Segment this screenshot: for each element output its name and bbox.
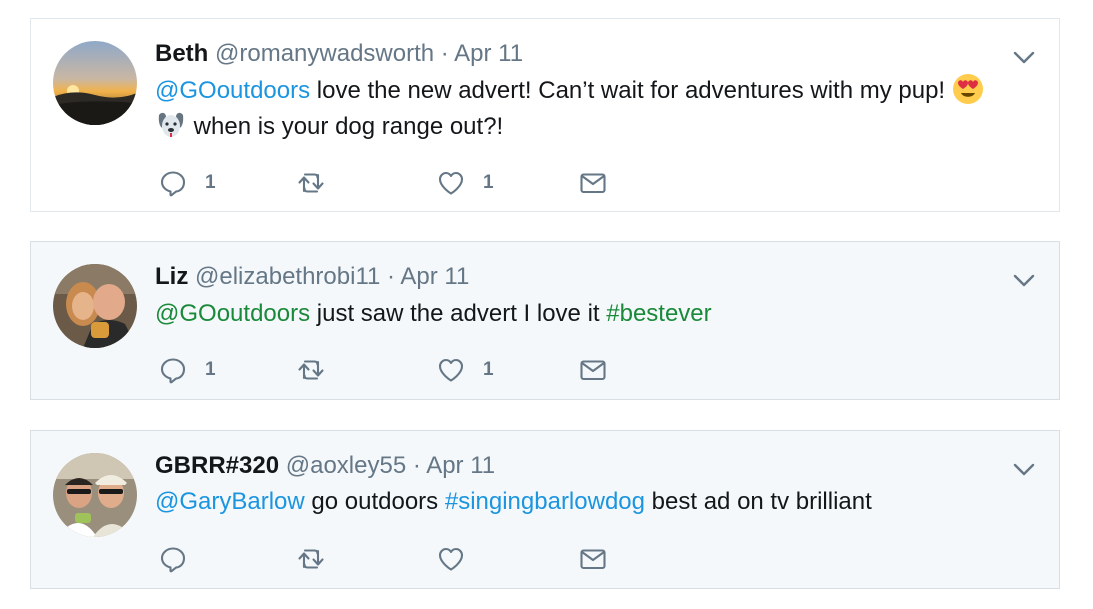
reply-count: 1: [205, 172, 216, 193]
username[interactable]: @romanywadsworth: [215, 40, 434, 67]
heart-eyes-emoji-icon: [952, 73, 984, 105]
like-button[interactable]: [437, 545, 483, 573]
tweet-text-segment: best ad on tv brilliant: [645, 488, 872, 515]
like-count: 1: [483, 359, 494, 380]
mention-link[interactable]: @GOoutdoors: [155, 300, 310, 327]
avatar[interactable]: [53, 41, 137, 125]
reply-button[interactable]: 1: [159, 169, 216, 197]
chevron-down-icon[interactable]: [1013, 51, 1035, 65]
display-name[interactable]: Liz: [155, 263, 188, 290]
tweet-text-segment: love the new advert! Can’t wait for adve…: [310, 77, 952, 104]
envelope-icon: [579, 356, 607, 384]
retweet-icon: [297, 169, 325, 197]
separator-dot: ·: [440, 40, 449, 67]
avatar[interactable]: [53, 453, 137, 537]
display-name[interactable]: GBRR#320: [155, 452, 279, 479]
direct-message-button[interactable]: [579, 356, 607, 384]
tweet-text: @GOoutdoors love the new advert! Can’t w…: [155, 73, 984, 109]
hashtag-link[interactable]: #bestever: [606, 300, 711, 327]
tweet-text-line-2: when is your dog range out?!: [155, 109, 503, 145]
tweet-header: GBRR#320 @aoxley55 · Apr 11: [155, 451, 495, 481]
dog-face-emoji-icon: [155, 109, 187, 141]
tweet-actions: 1 1: [159, 169, 619, 197]
direct-message-button[interactable]: [579, 545, 607, 573]
heart-icon: [437, 545, 465, 573]
separator-dot: ·: [412, 452, 421, 479]
reply-count: 1: [205, 359, 216, 380]
direct-message-button[interactable]: [579, 169, 607, 197]
reply-button[interactable]: 1: [159, 356, 216, 384]
mention-link[interactable]: @GOoutdoors: [155, 77, 310, 104]
chevron-down-icon[interactable]: [1013, 274, 1035, 288]
reply-button[interactable]: [159, 545, 205, 573]
retweet-button[interactable]: [297, 356, 343, 384]
tweet-text: @GaryBarlow go outdoors #singingbarlowdo…: [155, 484, 872, 520]
tweet[interactable]: Liz @elizabethrobi11 · Apr 11 @GOoutdoor…: [30, 241, 1060, 400]
tweet-actions: 1 1: [159, 356, 619, 384]
reply-icon: [159, 169, 187, 197]
tweet-header: Beth @romanywadsworth · Apr 11: [155, 39, 523, 69]
separator-dot: ·: [387, 263, 396, 290]
retweet-button[interactable]: [297, 169, 343, 197]
timestamp[interactable]: Apr 11: [400, 263, 469, 290]
tweet-text-segment: go outdoors: [304, 488, 445, 515]
display-name[interactable]: Beth: [155, 40, 208, 67]
envelope-icon: [579, 545, 607, 573]
chevron-down-icon[interactable]: [1013, 463, 1035, 477]
heart-icon: [437, 356, 465, 384]
reply-icon: [159, 356, 187, 384]
tweet[interactable]: Beth @romanywadsworth · Apr 11 @GOoutdoo…: [30, 18, 1060, 212]
tweet-header: Liz @elizabethrobi11 · Apr 11: [155, 262, 469, 292]
tweet-text-segment: just saw the advert I love it: [310, 300, 607, 327]
tweet-text-segment: when is your dog range out?!: [187, 113, 504, 140]
retweet-icon: [297, 545, 325, 573]
retweet-button[interactable]: [297, 545, 343, 573]
tweet-actions: [159, 545, 619, 573]
hashtag-link[interactable]: #singingbarlowdog: [445, 488, 645, 515]
username[interactable]: @elizabethrobi11: [195, 263, 380, 290]
tweet-text: @GOoutdoors just saw the advert I love i…: [155, 296, 712, 332]
envelope-icon: [579, 169, 607, 197]
like-button[interactable]: 1: [437, 356, 494, 384]
heart-icon: [437, 169, 465, 197]
timestamp[interactable]: Apr 11: [426, 452, 495, 479]
tweet[interactable]: GBRR#320 @aoxley55 · Apr 11 @GaryBarlow …: [30, 430, 1060, 589]
avatar[interactable]: [53, 264, 137, 348]
like-button[interactable]: 1: [437, 169, 494, 197]
mention-link[interactable]: @GaryBarlow: [155, 488, 305, 515]
timestamp[interactable]: Apr 11: [454, 40, 523, 67]
retweet-icon: [297, 356, 325, 384]
reply-icon: [159, 545, 187, 573]
username[interactable]: @aoxley55: [286, 452, 406, 479]
like-count: 1: [483, 172, 494, 193]
